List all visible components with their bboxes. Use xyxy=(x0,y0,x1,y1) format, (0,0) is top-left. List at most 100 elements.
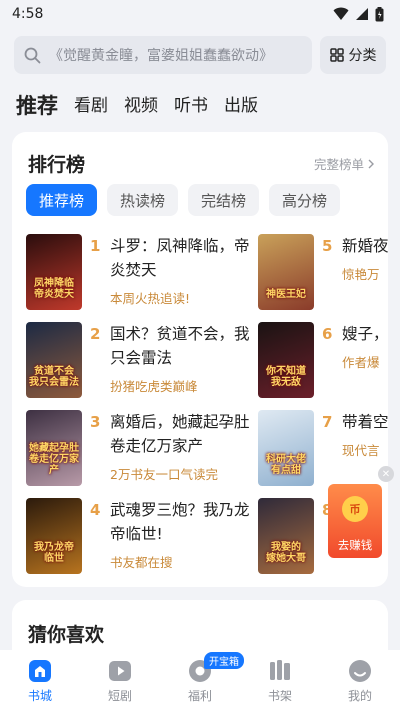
battery-icon xyxy=(375,6,384,21)
book-description: 2万书友一口气读完 xyxy=(110,467,218,482)
search-row: 《觉醒黄金瞳，富婆姐姐蠢蠢欲动》 分类 xyxy=(14,36,386,74)
ranking-book-item[interactable]: 凤神降临 帝炎焚天 1 斗罗：凤神降临，帝炎焚天本周火热追读! xyxy=(26,234,256,310)
nav-label: 福利 xyxy=(187,689,212,703)
book-rank-number: 1 xyxy=(90,237,101,255)
top-tabs: 推荐 看剧 视频 听书 出版 xyxy=(16,88,258,118)
ranking-header: 排行榜 完整榜单 xyxy=(28,150,376,177)
treasure-badge: 开宝箱 xyxy=(204,652,244,669)
nav-label: 书架 xyxy=(267,689,292,703)
book-rank-number: 7 xyxy=(322,413,333,431)
book-cover[interactable]: 贫道不会 我只会雷法 xyxy=(26,322,82,398)
book-title: 离婚后，她藏起孕肚卷走亿万家产 xyxy=(110,413,250,455)
ranking-book-item[interactable]: 神医王妃 5 新婚夜爆医妃惊艳万 xyxy=(258,234,388,310)
tab-recommend-rank[interactable]: 推荐榜 xyxy=(26,184,98,216)
close-icon[interactable]: ✕ xyxy=(378,466,394,482)
book-description: 作者爆 xyxy=(342,355,380,370)
bottom-nav: 书城 短剧 开宝箱 福利 书架 我的 xyxy=(0,650,400,711)
book-cover[interactable]: 我娶的 嫁她大哥 xyxy=(258,498,314,574)
tab-publish[interactable]: 出版 xyxy=(224,94,258,118)
ranking-book-item[interactable]: 你不知道 我无敌 6 嫂子，无敌? 作者爆 xyxy=(258,322,388,398)
ranking-book-item[interactable]: 她藏起孕肚 卷走亿万家产 3 离婚后，她藏起孕肚卷走亿万家产 2万书友一口气读完 xyxy=(26,410,256,486)
book-description: 扮猪吃虎类巅峰 xyxy=(110,379,198,394)
ranking-book-item[interactable]: 科研大佬 有点甜 7 带着空科研大现代言 xyxy=(258,410,388,486)
signal-icon xyxy=(356,8,368,20)
book-info: 新婚夜爆医妃惊艳万 xyxy=(342,234,388,310)
book-cover[interactable]: 神医王妃 xyxy=(258,234,314,310)
ranking-book-item[interactable]: 贫道不会 我只会雷法 2 国术？贫道不会，我只会雷法扮猪吃虎类巅峰 xyxy=(26,322,256,398)
tab-drama[interactable]: 看剧 xyxy=(74,94,108,118)
home-icon xyxy=(29,660,51,682)
book-info: 国术？贫道不会，我只会雷法扮猪吃虎类巅峰 xyxy=(110,322,252,398)
book-cover-title: 她藏起孕肚 卷走亿万家产 xyxy=(29,443,79,476)
book-cover-title: 我乃龙帝 临世 xyxy=(34,542,74,564)
tab-hot-rank[interactable]: 热读榜 xyxy=(107,184,179,216)
ranking-tabs: 推荐榜 热读榜 完结榜 高分榜 xyxy=(26,184,341,216)
book-rank-number: 3 xyxy=(90,413,101,431)
earn-coins-label: 去赚钱 xyxy=(337,538,373,552)
book-title: 武魂罗三炮？我乃龙帝临世! xyxy=(110,501,250,543)
play-icon xyxy=(109,661,131,681)
book-title: 带着空科研大 xyxy=(342,413,388,431)
nav-shortdrama[interactable]: 短剧 xyxy=(90,658,150,711)
category-button[interactable]: 分类 xyxy=(320,36,386,74)
book-description: 本周火热追读! xyxy=(110,291,191,306)
book-cover-title: 凤神降临 帝炎焚天 xyxy=(34,278,74,300)
book-cover[interactable]: 我乃龙帝 临世 xyxy=(26,498,82,574)
nav-label: 短剧 xyxy=(107,689,132,703)
book-title: 斗罗：凤神降临，帝炎焚天 xyxy=(110,237,250,279)
book-cover-title: 我娶的 嫁她大哥 xyxy=(266,542,306,564)
book-cover-title: 科研大佬 有点甜 xyxy=(266,454,306,476)
tab-finished-rank[interactable]: 完结榜 xyxy=(188,184,260,216)
search-input[interactable]: 《觉醒黄金瞳，富婆姐姐蠢蠢欲动》 xyxy=(14,36,312,74)
book-cover[interactable]: 科研大佬 有点甜 xyxy=(258,410,314,486)
book-title: 国术？贫道不会，我只会雷法 xyxy=(110,325,250,367)
search-icon xyxy=(24,47,41,63)
book-cover[interactable]: 凤神降临 帝炎焚天 xyxy=(26,234,82,310)
bookshelf-icon xyxy=(270,660,290,680)
tab-score-rank[interactable]: 高分榜 xyxy=(269,184,341,216)
book-info: 斗罗：凤神降临，帝炎焚天本周火热追读! xyxy=(110,234,252,310)
search-placeholder: 《觉醒黄金瞳，富婆姐姐蠢蠢欲动》 xyxy=(49,48,273,64)
full-ranking-link[interactable]: 完整榜单 xyxy=(314,154,376,173)
earn-coins-widget[interactable]: 币 去赚钱 xyxy=(328,484,382,558)
book-description: 书友都在搜 xyxy=(110,555,173,570)
book-rank-number: 2 xyxy=(90,325,101,343)
book-title: 新婚夜爆医妃 xyxy=(342,237,388,255)
guess-title: 猜你喜欢 xyxy=(28,624,105,646)
nav-welfare[interactable]: 开宝箱 福利 xyxy=(170,652,244,711)
book-description: 现代言 xyxy=(342,443,380,458)
wifi-icon xyxy=(333,7,349,20)
nav-bookshelf[interactable]: 书架 xyxy=(250,658,310,711)
book-rank-number: 5 xyxy=(322,237,333,255)
nav-label: 书城 xyxy=(27,689,52,703)
tab-audiobook[interactable]: 听书 xyxy=(174,94,208,118)
coin-icon: 币 xyxy=(342,496,368,522)
book-info: 武魂罗三炮？我乃龙帝临世! 书友都在搜 xyxy=(110,498,252,574)
nav-mine[interactable]: 我的 xyxy=(330,658,390,711)
book-info: 离婚后，她藏起孕肚卷走亿万家产 2万书友一口气读完 xyxy=(110,410,252,486)
book-cover-title: 神医王妃 xyxy=(266,289,306,300)
category-label: 分类 xyxy=(348,48,377,64)
book-rank-number: 4 xyxy=(90,501,101,519)
full-ranking-label: 完整榜单 xyxy=(313,157,364,172)
ranking-book-item[interactable]: 我乃龙帝 临世 4 武魂罗三炮？我乃龙帝临世! 书友都在搜 xyxy=(26,498,256,574)
chevron-right-icon xyxy=(368,159,374,168)
book-cover-title: 你不知道 我无敌 xyxy=(266,366,306,388)
grid-icon xyxy=(329,48,344,62)
nav-bookstore[interactable]: 书城 xyxy=(10,658,70,711)
book-title: 嫂子，无敌? xyxy=(342,325,388,343)
tab-recommend[interactable]: 推荐 xyxy=(16,94,58,118)
status-time: 4:58 xyxy=(12,6,44,22)
book-info: 嫂子，无敌? 作者爆 xyxy=(342,322,388,398)
book-rank-number: 6 xyxy=(322,325,333,343)
book-cover[interactable]: 她藏起孕肚 卷走亿万家产 xyxy=(26,410,82,486)
status-icons xyxy=(333,6,384,22)
profile-icon xyxy=(349,660,371,682)
status-bar: 4:58 xyxy=(0,0,400,28)
ranking-title: 排行榜 xyxy=(28,154,86,176)
book-cover-title: 贫道不会 我只会雷法 xyxy=(29,366,79,388)
tab-video[interactable]: 视频 xyxy=(124,94,158,118)
book-description: 惊艳万 xyxy=(342,267,380,282)
nav-label: 我的 xyxy=(347,689,372,703)
book-cover[interactable]: 你不知道 我无敌 xyxy=(258,322,314,398)
